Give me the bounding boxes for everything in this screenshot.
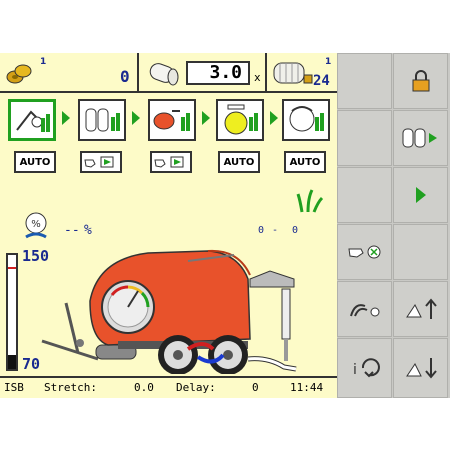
mode-transfer[interactable] [150, 151, 192, 173]
mode-wrapping[interactable]: AUTO [218, 151, 260, 173]
gauge-fill [8, 355, 16, 369]
moisture-value: -- [64, 223, 80, 238]
moisture-unit: % [84, 223, 92, 238]
step-arrow-icon [132, 111, 140, 125]
pressure-high: 0 [292, 225, 299, 236]
svg-text:%: % [31, 219, 41, 230]
play-button[interactable] [393, 167, 448, 223]
manual-hand-icon [347, 245, 380, 259]
pedal-down-button[interactable] [393, 338, 448, 398]
delay-value: 0 [252, 381, 259, 394]
manual-mode-button[interactable] [337, 224, 392, 280]
status-bar: ISB Stretch: 0.0 Delay: 0 11:44 [0, 376, 337, 398]
clock: 11:44 [290, 381, 324, 394]
softkey-empty-4[interactable] [393, 224, 448, 280]
cut-film-icon [289, 106, 324, 132]
pedal-up-icon [405, 298, 437, 319]
info-cycle-button[interactable]: i [337, 338, 392, 398]
step-pickup[interactable] [8, 99, 56, 141]
delay-label: Delay: [176, 381, 216, 394]
step-arrow-icon [202, 111, 210, 125]
pickup-icon [16, 110, 50, 132]
step-film-rolls[interactable] [78, 99, 126, 141]
divider [137, 53, 139, 93]
film-rolls-icon [402, 128, 437, 148]
softkey-empty-3[interactable] [337, 167, 392, 223]
softkey-panel: i [337, 53, 450, 398]
stretch-value: 0.0 [134, 381, 154, 394]
wrap-count-field[interactable]: 3.0 [186, 61, 250, 85]
info-cycle-icon: i [353, 358, 380, 378]
bale-counter-index: 1 [40, 57, 47, 67]
bale-transfer-icon [153, 110, 190, 131]
manual-hand-play-icon [154, 156, 184, 168]
mode-cut-film[interactable]: AUTO [284, 151, 326, 173]
pressure-separator: - [272, 225, 279, 236]
baler-wrapper-illustration [41, 249, 297, 374]
wrap-count-unit: x [254, 71, 261, 84]
divider [265, 53, 267, 93]
wrapping-bale-icon [224, 104, 258, 135]
bale-count: 0 [120, 67, 130, 86]
knife-button[interactable] [337, 281, 392, 337]
stretch-label: Stretch: [44, 381, 97, 394]
step-arrow-icon [62, 111, 70, 125]
step-wrapping[interactable] [216, 99, 264, 141]
softkey-empty-1[interactable] [337, 53, 392, 109]
step-cut-film[interactable] [282, 99, 330, 141]
moisture-icon: % [25, 212, 47, 239]
wrap-roll-icon [149, 63, 179, 86]
main-display: 1 0 3.0 x 1 24 AUTO AUTO AUTO % -- % 0 -… [0, 53, 337, 398]
gauge-red-marker [8, 267, 16, 269]
film-total-icon [273, 62, 313, 84]
grass-icon [296, 189, 324, 213]
film-rolls-icon [85, 108, 120, 132]
status-mode: ISB [4, 381, 24, 394]
pedal-up-button[interactable] [393, 281, 448, 337]
baler-screen: 1 0 3.0 x 1 24 AUTO AUTO AUTO % -- % 0 -… [0, 53, 450, 398]
step-transfer[interactable] [148, 99, 196, 141]
wrap-count-value: 3.0 [209, 62, 242, 83]
lock-icon [412, 70, 429, 92]
softkey-empty-2[interactable] [337, 110, 392, 166]
mode-pickup[interactable]: AUTO [14, 151, 56, 173]
pedal-down-icon [405, 358, 437, 379]
film-counter-index: 1 [325, 57, 332, 67]
film-rolls-button[interactable] [393, 110, 448, 166]
header-bar: 1 0 3.0 x 1 24 [0, 53, 337, 93]
knife-icon [349, 304, 379, 317]
svg-text:i: i [353, 362, 357, 378]
mode-film-rolls[interactable] [80, 151, 122, 173]
pressure-gauge [6, 253, 18, 371]
bale-count-icon [6, 64, 32, 84]
manual-hand-play-icon [84, 156, 114, 168]
play-arrow-icon [415, 187, 426, 203]
lock-button[interactable] [393, 53, 448, 109]
step-arrow-icon [270, 111, 278, 125]
pressure-low: 0 [258, 225, 265, 236]
film-total: 24 [313, 73, 330, 89]
